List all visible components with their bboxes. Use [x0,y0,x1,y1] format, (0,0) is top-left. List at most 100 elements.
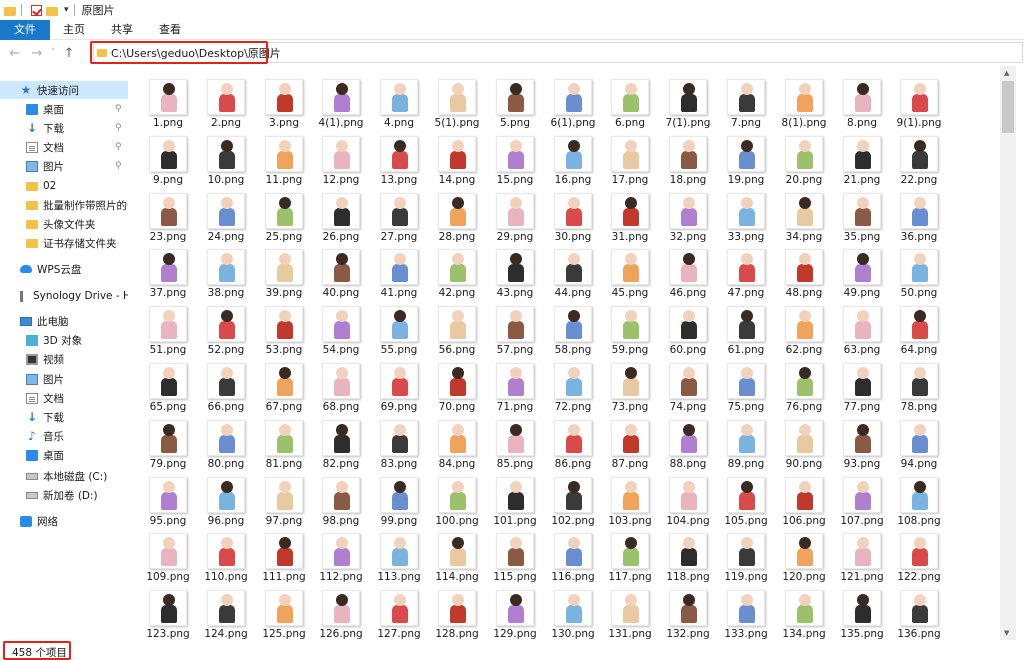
file-item[interactable]: 113.png [370,527,428,584]
file-item[interactable]: 44.png [544,243,602,300]
file-item[interactable]: 61.png [717,300,775,357]
tab-view[interactable]: 查看 [146,20,194,40]
file-item[interactable]: 110.png [197,527,255,584]
sidebar-item[interactable]: ↓ 下载 ⚲ [0,119,128,137]
file-item[interactable]: 130.png [544,584,602,640]
file-item[interactable]: 119.png [717,527,775,584]
file-item[interactable]: 4(1).png [312,73,370,130]
file-item[interactable]: 24.png [197,187,255,244]
file-item[interactable]: 69.png [370,357,428,414]
file-item[interactable]: 46.png [659,243,717,300]
file-item[interactable]: 134.png [775,584,833,640]
file-item[interactable]: 71.png [486,357,544,414]
properties-check-icon[interactable] [31,4,42,16]
file-item[interactable]: 128.png [428,584,486,640]
file-item[interactable]: 124.png [197,584,255,640]
file-item[interactable]: 56.png [428,300,486,357]
vertical-scrollbar[interactable]: ▲ ▼ [1000,66,1016,640]
file-item[interactable]: 76.png [775,357,833,414]
scroll-up-icon[interactable]: ▲ [1004,69,1009,77]
forward-arrow-icon[interactable]: → [26,46,48,61]
file-item[interactable]: 17.png [601,130,659,187]
file-item[interactable]: 108.png [890,471,948,528]
file-item[interactable]: 84.png [428,414,486,471]
back-arrow-icon[interactable]: ← [4,46,26,61]
new-folder-icon[interactable] [46,6,58,16]
file-item[interactable]: 118.png [659,527,717,584]
file-item[interactable]: 33.png [717,187,775,244]
file-item[interactable]: 28.png [428,187,486,244]
file-item[interactable]: 8(1).png [775,73,833,130]
file-item[interactable]: 31.png [601,187,659,244]
tab-home[interactable]: 主页 [50,20,98,40]
sidebar-item[interactable]: WPS云盘 [0,260,128,278]
file-item[interactable]: 94.png [890,414,948,471]
file-item[interactable]: 97.png [255,471,313,528]
file-item[interactable]: 106.png [775,471,833,528]
file-item[interactable]: 40.png [312,243,370,300]
file-item[interactable]: 109.png [139,527,197,584]
file-item[interactable]: 93.png [833,414,891,471]
sidebar-item[interactable]: 批量制作带照片的证 [0,196,128,214]
sidebar-item[interactable]: 视频 [0,350,128,368]
file-item[interactable]: 9(1).png [890,73,948,130]
file-item[interactable]: 7(1).png [659,73,717,130]
file-item[interactable]: 49.png [833,243,891,300]
file-item[interactable]: 18.png [659,130,717,187]
file-item[interactable]: 5.png [486,73,544,130]
file-item[interactable]: 53.png [255,300,313,357]
file-item[interactable]: 27.png [370,187,428,244]
file-item[interactable]: 79.png [139,414,197,471]
file-item[interactable]: 34.png [775,187,833,244]
file-item[interactable]: 21.png [833,130,891,187]
sidebar-item[interactable]: Synology Drive - HO [0,287,128,305]
sidebar-item[interactable]: ♪ 音乐 [0,427,128,445]
file-item[interactable]: 115.png [486,527,544,584]
file-item[interactable]: 50.png [890,243,948,300]
tab-file[interactable]: 文件 [0,20,50,40]
file-item[interactable]: 12.png [312,130,370,187]
file-item[interactable]: 133.png [717,584,775,640]
file-item[interactable]: 111.png [255,527,313,584]
file-item[interactable]: 121.png [833,527,891,584]
file-item[interactable]: 32.png [659,187,717,244]
file-item[interactable]: 13.png [370,130,428,187]
file-item[interactable]: 6(1).png [544,73,602,130]
file-item[interactable]: 105.png [717,471,775,528]
file-item[interactable]: 98.png [312,471,370,528]
file-item[interactable]: 47.png [717,243,775,300]
file-item[interactable]: 116.png [544,527,602,584]
scrollbar-thumb[interactable] [1002,81,1014,133]
file-item[interactable]: 45.png [601,243,659,300]
file-item[interactable]: 88.png [659,414,717,471]
file-item[interactable]: 4.png [370,73,428,130]
file-item[interactable]: 20.png [775,130,833,187]
file-item[interactable]: 135.png [833,584,891,640]
file-item[interactable]: 60.png [659,300,717,357]
file-item[interactable]: 39.png [255,243,313,300]
file-item[interactable]: 63.png [833,300,891,357]
file-item[interactable]: 103.png [601,471,659,528]
file-item[interactable]: 57.png [486,300,544,357]
file-item[interactable]: 3.png [255,73,313,130]
file-item[interactable]: 30.png [544,187,602,244]
file-item[interactable]: 66.png [197,357,255,414]
file-item[interactable]: 7.png [717,73,775,130]
file-item[interactable]: 2.png [197,73,255,130]
file-item[interactable]: 85.png [486,414,544,471]
sidebar-item[interactable]: 3D 对象 [0,331,128,349]
file-item[interactable]: 96.png [197,471,255,528]
file-item[interactable]: 58.png [544,300,602,357]
file-item[interactable]: 41.png [370,243,428,300]
file-item[interactable]: 62.png [775,300,833,357]
file-item[interactable]: 10.png [197,130,255,187]
file-item[interactable]: 132.png [659,584,717,640]
sidebar-item[interactable]: 证书存储文件夹 [0,234,128,252]
file-item[interactable]: 68.png [312,357,370,414]
sidebar-item[interactable]: ↓ 下载 [0,408,128,426]
sidebar-item[interactable]: 网络 [0,512,128,530]
file-item[interactable]: 5(1).png [428,73,486,130]
file-item[interactable]: 131.png [601,584,659,640]
sidebar-item[interactable]: 图片 ⚲ [0,157,128,175]
file-item[interactable]: 89.png [717,414,775,471]
